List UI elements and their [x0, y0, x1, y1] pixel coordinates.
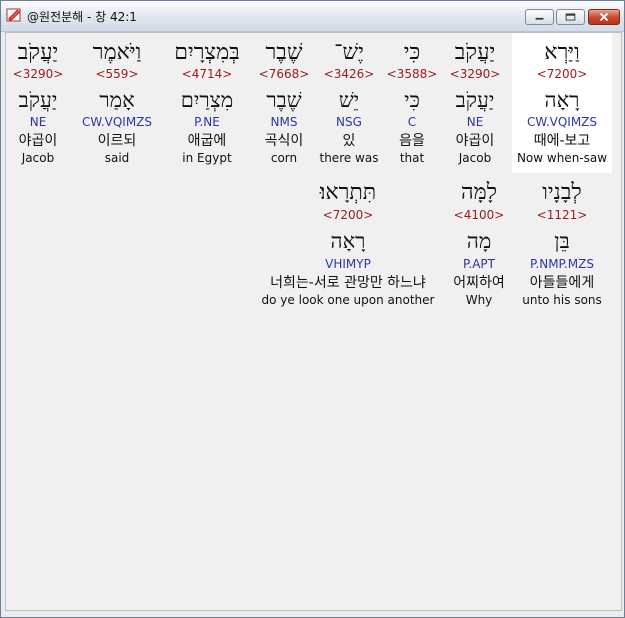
- hebrew-root: יַעֲקֹב: [18, 88, 58, 112]
- maximize-icon: [565, 13, 576, 21]
- morphology-code: NE: [466, 115, 484, 129]
- strong-number: <4100>: [453, 208, 505, 222]
- korean-gloss: 야곱이: [455, 133, 495, 149]
- hebrew-word: כִּי: [403, 40, 421, 65]
- hebrew-root: כִּי: [404, 88, 420, 112]
- korean-gloss: 아들들에게: [529, 275, 595, 291]
- word-cell[interactable]: יַעֲקֹב <3290> יַעֲקֹב NE 야곱이 Jacob: [440, 33, 510, 173]
- minimize-icon: [535, 17, 544, 20]
- morphology-code: C: [407, 115, 417, 129]
- english-gloss: Jacob: [21, 151, 55, 165]
- korean-gloss: 곡식이: [264, 133, 304, 149]
- strong-number: <3290>: [12, 67, 64, 81]
- hebrew-word: וַיַּרְא: [544, 40, 580, 65]
- english-gloss: in Egypt: [182, 151, 232, 165]
- word-cell[interactable]: יֶשׁ־ <3426> יֵשׁ NSG 있 there was: [316, 33, 382, 173]
- hebrew-word: וַיֹּאמֶר: [92, 40, 142, 65]
- morphology-code: P.APT: [463, 257, 495, 271]
- strong-number: <1121>: [536, 208, 588, 222]
- word-cell[interactable]: תִּתְרָאוּ׃ <7200> רָאָה VHIMYP 너희는-서로 관…: [256, 173, 440, 313]
- hebrew-root: אָמַר: [99, 88, 135, 112]
- korean-gloss: 이르되: [97, 133, 137, 149]
- strong-number: <4714>: [181, 67, 233, 81]
- hebrew-root: מָה: [466, 229, 492, 253]
- strong-number: <3290>: [449, 67, 501, 81]
- hebrew-root: מִצְרַיִם: [180, 88, 234, 112]
- close-button[interactable]: [588, 9, 620, 25]
- hebrew-word: בְּמִצְרָיִם: [174, 40, 240, 65]
- english-gloss: said: [104, 151, 130, 165]
- english-gloss: corn: [270, 151, 298, 165]
- korean-gloss: 애굽에: [187, 133, 227, 149]
- morphology-code: P.NE: [194, 115, 220, 129]
- title-bar[interactable]: @원전분해 - 창 42:1: [1, 1, 624, 32]
- morphology-code: NSG: [336, 115, 362, 129]
- korean-gloss: 어찌하여: [453, 275, 505, 291]
- english-gloss: that: [399, 151, 425, 165]
- korean-gloss: 야곱이: [18, 133, 58, 149]
- hebrew-word: תִּתְרָאוּ׃: [319, 180, 377, 205]
- hebrew-word: לְבָנָיו: [542, 180, 582, 205]
- morphology-code: CW.VQIMZS: [81, 115, 153, 129]
- word-cell[interactable]: יַעֲקֹב <3290> יַעֲקֹב NE 야곱이 Jacob: [8, 33, 68, 173]
- english-gloss: Now when-saw: [516, 151, 608, 165]
- word-cell[interactable]: לְבָנָיו <1121> בֵּן P.NMP.MZS 아들들에게 unt…: [514, 173, 610, 313]
- english-gloss: Jacob: [458, 151, 492, 165]
- english-gloss: unto his sons: [522, 293, 602, 307]
- word-cell[interactable]: שֶׁבֶר <7668> שֶׁבֶר NMS 곡식이 corn: [254, 33, 314, 173]
- morphology-code: NMS: [270, 115, 298, 129]
- minimize-button[interactable]: [525, 9, 554, 25]
- app-window: @원전분해 - 창 42:1 וַיַּרְא <7200> רָאָה CW.…: [0, 0, 625, 618]
- english-gloss: do ye look one upon another: [261, 293, 435, 307]
- word-cell[interactable]: וַיַּרְא <7200> רָאָה CW.VQIMZS 때에-보고 No…: [512, 33, 612, 173]
- morphology-code: P.NMP.MZS: [530, 257, 594, 271]
- word-cell[interactable]: לָמָּה <4100> מָה P.APT 어찌하여 Why: [444, 173, 514, 313]
- close-icon: [599, 12, 609, 22]
- interlinear-panel: וַיַּרְא <7200> רָאָה CW.VQIMZS 때에-보고 No…: [5, 32, 622, 611]
- word-cell[interactable]: כִּי <3588> כִּי C 음을 that: [382, 33, 442, 173]
- app-icon: [6, 8, 21, 22]
- english-gloss: there was: [319, 151, 379, 165]
- strong-number: <3426>: [323, 67, 375, 81]
- hebrew-word: שֶׁבֶר: [265, 40, 303, 65]
- hebrew-word: יֶשׁ־: [334, 40, 364, 65]
- hebrew-word: יַעֲקֹב: [17, 40, 59, 65]
- english-gloss: Why: [465, 293, 493, 307]
- hebrew-root: יַעֲקֹב: [455, 88, 495, 112]
- window-title: @원전분해 - 창 42:1: [27, 10, 137, 24]
- hebrew-root: רָאָה: [544, 88, 580, 112]
- word-cell[interactable]: וַיֹּאמֶר <559> אָמַר CW.VQIMZS 이르되 said: [76, 33, 158, 173]
- strong-number: <7200>: [536, 67, 588, 81]
- morphology-code: CW.VQIMZS: [526, 115, 598, 129]
- morphology-code: NE: [29, 115, 47, 129]
- hebrew-root: בֵּן: [554, 229, 570, 253]
- hebrew-root: רָאָה: [330, 229, 366, 253]
- strong-number: <7200>: [322, 208, 374, 222]
- korean-gloss: 있: [342, 133, 356, 149]
- strong-number: <559>: [95, 67, 139, 81]
- morphology-code: VHIMYP: [325, 257, 371, 271]
- korean-gloss: 너희는-서로 관망만 하느냐: [270, 275, 426, 291]
- strong-number: <3588>: [386, 67, 438, 81]
- hebrew-word: יַעֲקֹב: [454, 40, 496, 65]
- hebrew-word: לָמָּה: [461, 180, 497, 205]
- korean-gloss: 때에-보고: [533, 133, 591, 149]
- word-cell[interactable]: בְּמִצְרָיִם <4714> מִצְרַיִם P.NE 애굽에 i…: [162, 33, 252, 173]
- hebrew-root: יֵשׁ: [338, 88, 360, 112]
- strong-number: <7668>: [258, 67, 310, 81]
- korean-gloss: 음을: [399, 133, 425, 149]
- hebrew-root: שֶׁבֶר: [266, 88, 302, 112]
- maximize-button[interactable]: [556, 9, 585, 25]
